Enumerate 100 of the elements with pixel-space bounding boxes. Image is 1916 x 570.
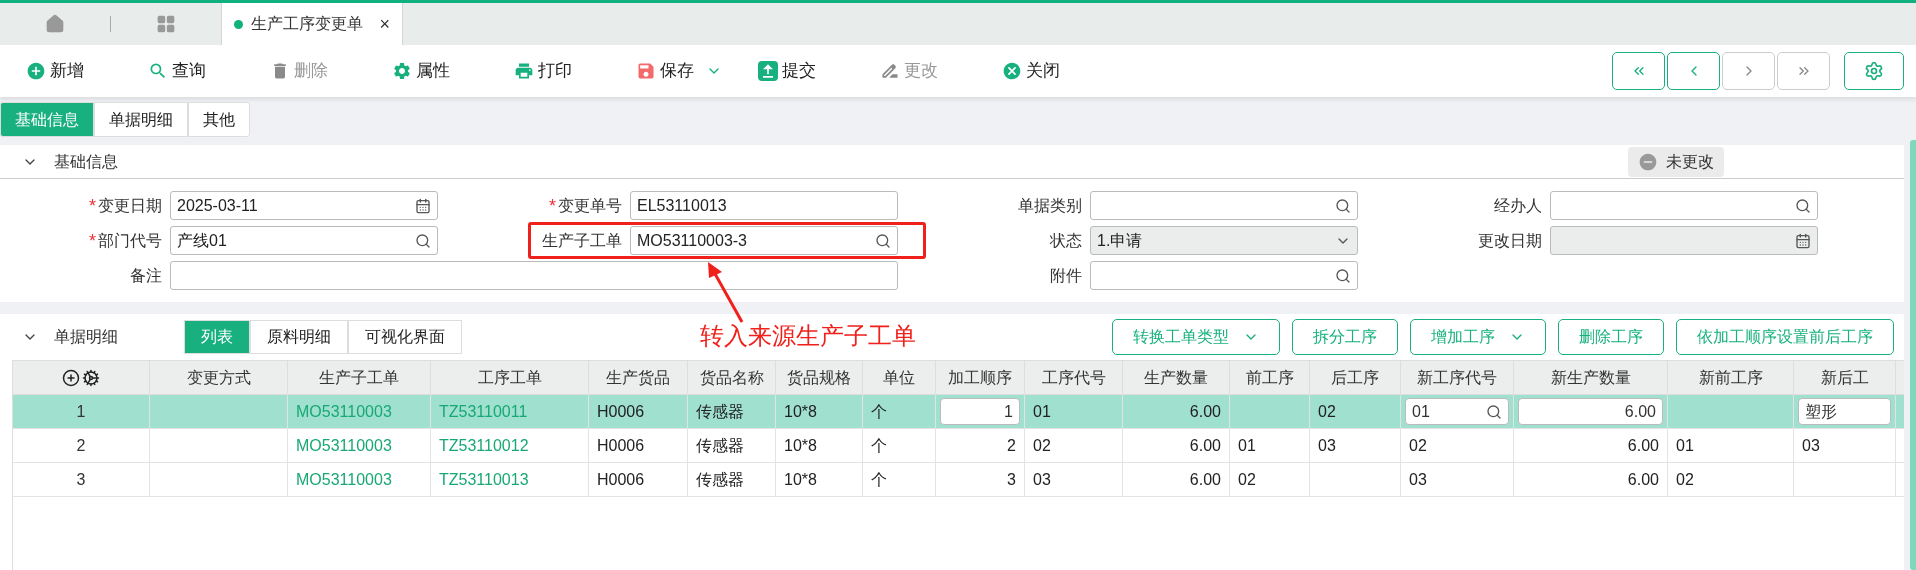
table-cell: 个	[863, 395, 936, 428]
table-cell: H0006	[589, 429, 688, 462]
home-icon[interactable]	[45, 14, 65, 34]
toolbar-button[interactable]: 保存	[636, 58, 758, 84]
table-cell: 03	[1025, 463, 1123, 496]
table-cell: 01	[1230, 429, 1310, 462]
close-icon[interactable]: ×	[379, 15, 390, 33]
toolbar-button[interactable]: 打印	[514, 58, 636, 84]
grid-icon[interactable]	[156, 14, 176, 34]
row-number: 2	[13, 429, 150, 462]
table-cell: 传感器	[688, 463, 776, 496]
field-label: 单据类别	[1018, 195, 1082, 216]
column-header: 单位	[863, 361, 936, 394]
pager-button[interactable]	[1667, 52, 1720, 90]
toolbar-button[interactable]: 新增	[26, 58, 148, 84]
table-cell: 个	[863, 429, 936, 462]
page-tab[interactable]: 其他	[188, 102, 250, 137]
field-label: 附件	[1050, 265, 1082, 286]
table-cell: 3	[936, 463, 1025, 496]
settings-icon[interactable]	[82, 368, 100, 387]
table-cell: 6.00	[1514, 463, 1668, 496]
search-icon	[1486, 403, 1502, 420]
input-field[interactable]	[1090, 261, 1358, 290]
table-cell: H0006	[589, 463, 688, 496]
required-mark: *	[549, 196, 556, 215]
view-tab[interactable]: 可视化界面	[348, 320, 462, 354]
input-field[interactable]	[170, 261, 898, 290]
table-cell: 01	[1025, 395, 1123, 428]
table-cell: 02	[1401, 429, 1514, 462]
column-header: 货品名称	[688, 361, 776, 394]
search-icon[interactable]	[1335, 267, 1351, 284]
table-cell: 02	[1310, 395, 1401, 428]
input-field[interactable]: 1	[940, 398, 1020, 425]
input-field[interactable]: 2025-03-11	[170, 191, 438, 220]
field-label: 经办人	[1494, 195, 1542, 216]
table-cell: 10*8	[776, 395, 863, 428]
column-header: 变更方式	[150, 361, 288, 394]
field-label: 部门代号	[98, 230, 162, 251]
field-label: 更改日期	[1478, 230, 1542, 251]
table-cell: 传感器	[688, 429, 776, 462]
column-header: 新工序代号	[1401, 361, 1514, 394]
input-field[interactable]: 01	[1405, 398, 1509, 425]
table-cell: 02	[1668, 463, 1794, 496]
toolbar-button[interactable]: 属性	[392, 58, 514, 84]
field-label: 备注	[130, 265, 162, 286]
table-cell: 03	[1794, 429, 1896, 462]
table-cell: 02	[1230, 463, 1310, 496]
column-header: 生产货品	[589, 361, 688, 394]
pager-button[interactable]	[1612, 52, 1665, 90]
table-cell: 10*8	[776, 429, 863, 462]
toolbar-button[interactable]: 提交	[758, 58, 880, 84]
required-mark: *	[89, 196, 96, 215]
row-number: 1	[13, 395, 150, 428]
settings-button[interactable]	[1844, 52, 1904, 90]
search-icon[interactable]	[1795, 197, 1811, 214]
input-field[interactable]: 塑形	[1798, 398, 1891, 425]
search-icon[interactable]	[875, 232, 891, 249]
scrollbar-thumb[interactable]	[1910, 140, 1916, 570]
settings-icon	[1864, 61, 1884, 81]
close-icon	[1002, 61, 1022, 81]
table-cell: 个	[863, 463, 936, 496]
document-tab[interactable]: 生产工序变更单 ×	[221, 3, 403, 45]
required-mark: *	[89, 231, 96, 250]
input-field[interactable]: 6.00	[1518, 398, 1663, 425]
table-row[interactable]: 1 MO53110003 TZ53110011 H0006 传感器 10*8 个 1 01 6.00 02 01 6.00 塑形	[13, 395, 1904, 429]
table-cell: 10*8	[776, 463, 863, 496]
table-cell: 6.00	[1123, 463, 1230, 496]
table-cell: 02	[1025, 429, 1123, 462]
status-badge: 未更改	[1628, 146, 1724, 177]
page-tab[interactable]: 单据明细	[94, 102, 188, 137]
table-cell: 6.00	[1123, 395, 1230, 428]
minus-icon	[1638, 151, 1658, 172]
column-header: 加工顺序	[936, 361, 1025, 394]
add-row-icon[interactable]	[62, 368, 80, 387]
input-field[interactable]: EL53110013	[630, 191, 898, 220]
printer-icon	[514, 61, 534, 81]
column-header: 新生产数量	[1514, 361, 1668, 394]
toolbar-button[interactable]: 查询	[148, 58, 270, 84]
add-icon	[26, 61, 46, 81]
document-edit-icon	[880, 61, 900, 81]
field-label: 状态	[1050, 230, 1082, 251]
calendar-icon[interactable]	[415, 197, 431, 214]
column-header: 生产数量	[1123, 361, 1230, 394]
input-field[interactable]: MO53110003-3	[630, 226, 898, 255]
table-cell: 01	[1668, 429, 1794, 462]
column-header: 工序工单	[431, 361, 589, 394]
search-icon[interactable]	[415, 232, 431, 249]
column-header: 前工序	[1230, 361, 1310, 394]
input-field[interactable]	[1090, 191, 1358, 220]
input-field[interactable]	[1550, 191, 1818, 220]
search-icon[interactable]	[1335, 197, 1351, 214]
toolbar-button[interactable]: 关闭	[1002, 58, 1124, 84]
table-cell: 03	[1401, 463, 1514, 496]
table-cell: 6.00	[1514, 429, 1668, 462]
search-icon	[148, 61, 168, 81]
view-tab[interactable]: 原料明细	[250, 320, 348, 354]
field-label: 变更单号	[558, 195, 622, 216]
table-cell: 传感器	[688, 395, 776, 428]
table-cell: 03	[1310, 429, 1401, 462]
input-field[interactable]: 产线01	[170, 226, 438, 255]
